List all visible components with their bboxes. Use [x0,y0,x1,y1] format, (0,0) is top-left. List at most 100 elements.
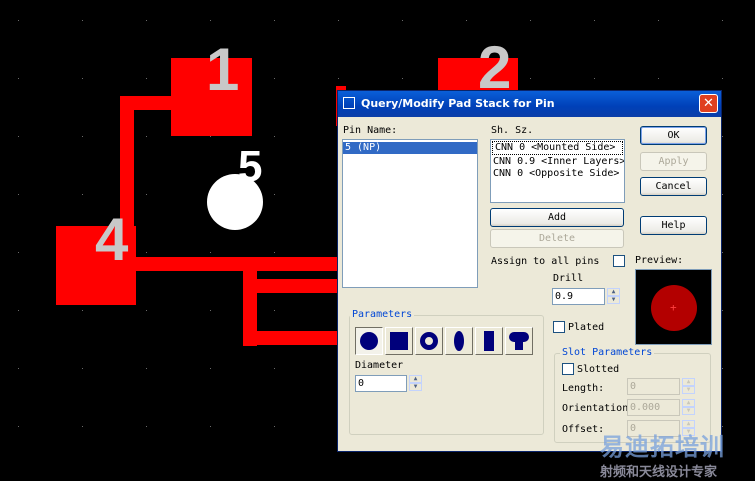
shape-oval-button[interactable] [445,327,473,355]
slotted-label: Slotted [577,364,620,375]
grid-dot [466,20,467,21]
grid-dot [274,252,275,253]
grid-dot [146,426,147,427]
shape-square-button[interactable] [385,327,413,355]
grid-dot [210,368,211,369]
grid-dot [146,136,147,137]
orientation-label: Orientation [562,403,629,414]
spin-up-icon[interactable]: ▲ [682,378,695,386]
preview-center-cross: + [670,301,677,314]
pin-name-label: Pin Name: [343,125,398,136]
shape-annular-button[interactable] [415,327,443,355]
grid-dot [722,252,723,253]
grid-dot [18,310,19,311]
watermark-logo-text: 易迪拓培训 [600,433,725,461]
pin-label-1: 1 [206,36,240,103]
spin-up-icon[interactable]: ▲ [682,399,695,407]
shape-rectangle-button[interactable] [475,327,503,355]
spin-down-icon[interactable]: ▼ [682,407,695,415]
grid-dot [338,78,339,79]
sh-sz-item-opposite[interactable]: CNN 0 <Opposite Side> [491,168,624,180]
grid-dot [402,78,403,79]
grid-dot [82,368,83,369]
close-icon[interactable]: ✕ [699,94,718,113]
apply-button[interactable]: Apply [640,152,707,171]
pin-name-list[interactable]: 5 (NP) [342,139,478,288]
grid-dot [146,252,147,253]
pin-name-item[interactable]: 5 (NP) [343,142,477,154]
grid-dot [274,310,275,311]
help-button[interactable]: Help [640,216,707,235]
sh-sz-item-inner[interactable]: CNN 0.9 <Inner Layers> [491,156,624,168]
add-button[interactable]: Add [490,208,624,227]
grid-dot [146,194,147,195]
shape-custom-button[interactable] [505,327,533,355]
shape-round-button[interactable] [355,327,383,355]
length-input[interactable]: 0 [627,378,680,395]
grid-dot [82,194,83,195]
sh-sz-label: Sh. Sz. [491,125,534,136]
diameter-spinner[interactable]: ▲ ▼ [409,375,422,392]
grid-dot [18,20,19,21]
orientation-input[interactable]: 0.000 [627,399,680,416]
grid-dot [210,310,211,311]
spin-down-icon[interactable]: ▼ [607,296,620,304]
plated-label: Plated [568,322,605,333]
slotted-checkbox[interactable] [562,363,574,375]
drill-spinner[interactable]: ▲ ▼ [607,288,620,305]
diameter-input[interactable]: 0 [355,375,407,392]
cancel-button[interactable]: Cancel [640,177,707,196]
spin-up-icon[interactable]: ▲ [409,375,422,383]
grid-dot [658,78,659,79]
assign-all-checkbox[interactable] [613,255,625,267]
ok-button[interactable]: OK [640,126,707,145]
grid-dot [146,310,147,311]
sh-sz-list[interactable]: CNN 0 <Mounted Side> CNN 0.9 <Inner Laye… [490,139,625,203]
spin-down-icon[interactable]: ▼ [409,383,422,391]
grid-dot [530,78,531,79]
length-label: Length: [562,383,605,394]
round-shape-icon [360,332,378,350]
slot-parameters-title: Slot Parameters [560,347,655,358]
grid-dot [722,194,723,195]
grid-dot [146,20,147,21]
grid-dot [338,20,339,21]
grid-dot [274,136,275,137]
grid-dot [722,20,723,21]
orientation-spinner[interactable]: ▲ ▼ [682,399,695,416]
grid-dot [274,368,275,369]
spin-down-icon[interactable]: ▼ [682,386,695,394]
grid-dot [82,426,83,427]
square-shape-icon [390,332,408,350]
grid-dot [274,194,275,195]
title-bar[interactable]: Query/Modify Pad Stack for Pin ✕ [338,91,721,117]
grid-dot [18,426,19,427]
grid-dot [82,20,83,21]
parameters-title: Parameters [350,309,415,320]
spin-up-icon[interactable]: ▲ [607,288,620,296]
grid-dot [210,20,211,21]
grid-dot [658,20,659,21]
window-icon [343,97,355,109]
sh-sz-item-mounted[interactable]: CNN 0 <Mounted Side> [492,141,623,155]
drill-input[interactable]: 0.9 [552,288,605,305]
trace-loop-bottom [243,331,340,345]
grid-dot [274,426,275,427]
grid-dot [722,368,723,369]
annular-shape-icon [420,332,438,350]
pin-label-4: 4 [95,206,129,273]
grid-dot [594,78,595,79]
grid-dot [274,78,275,79]
grid-dot [18,252,19,253]
plated-checkbox[interactable] [553,321,565,333]
diameter-label: Diameter [355,360,404,371]
delete-button[interactable]: Delete [490,229,624,248]
grid-dot [18,136,19,137]
length-spinner[interactable]: ▲ ▼ [682,378,695,395]
grid-dot [18,194,19,195]
offset-label: Offset: [562,424,605,435]
grid-dot [18,368,19,369]
custom-shape-stem [515,340,523,350]
grid-dot [722,310,723,311]
grid-dot [722,136,723,137]
